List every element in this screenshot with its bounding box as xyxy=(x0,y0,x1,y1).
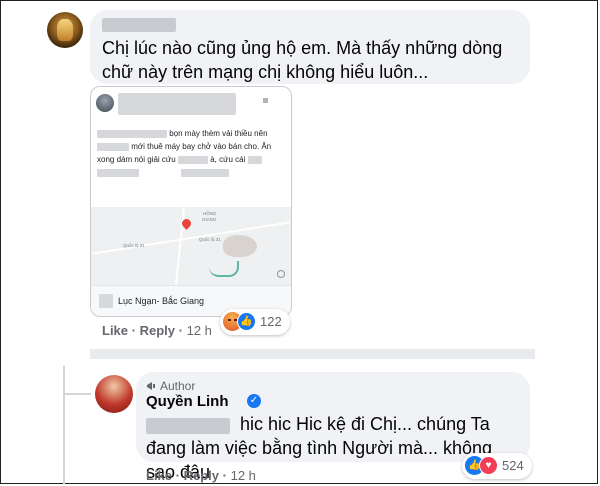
like-icon: 👍 xyxy=(237,312,256,331)
shared-post-line: à, cứu cái xyxy=(210,155,246,164)
shared-post-menu-icon[interactable] xyxy=(263,98,268,103)
redacted-text xyxy=(181,168,230,177)
commenter-name-redacted xyxy=(102,18,176,32)
redacted-text xyxy=(97,142,129,151)
location-map[interactable]: HỒNG GIANG Quốc lộ 31 Quốc lộ 31 xyxy=(91,207,291,285)
redacted-text xyxy=(97,168,139,177)
heart-icon: ♥ xyxy=(479,456,498,475)
comment-actions: Like · Reply · 12 h xyxy=(102,323,212,338)
map-label: GIANG xyxy=(202,217,217,222)
location-thumbnail xyxy=(99,294,113,308)
reaction-summary[interactable]: 👍 122 xyxy=(220,309,290,335)
map-label: Quốc lộ 31 xyxy=(199,237,221,242)
comment-text: Chị lúc nào cũng ủng hộ em. Mà thấy nhữn… xyxy=(102,38,503,82)
map-clock-icon xyxy=(277,270,285,278)
comment-timestamp[interactable]: 12 h xyxy=(187,323,212,338)
thread-connector xyxy=(63,393,91,395)
redacted-text xyxy=(97,129,167,138)
avatar-image xyxy=(57,19,73,41)
commenter-avatar[interactable] xyxy=(47,12,83,48)
action-separator: · xyxy=(131,323,136,338)
author-badge: Author xyxy=(146,379,195,393)
like-action[interactable]: Like xyxy=(146,468,172,483)
map-region xyxy=(223,235,257,257)
verified-icon: ✓ xyxy=(247,394,261,408)
author-avatar[interactable] xyxy=(95,375,133,413)
redacted-text xyxy=(247,155,262,164)
location-name: Lục Ngạn- Bắc Giang xyxy=(118,296,205,306)
map-road xyxy=(92,221,290,255)
thread-line xyxy=(63,366,65,484)
shared-post-card[interactable]: bọn mày thèm vải thiều nên mới thuê máy … xyxy=(90,86,292,317)
redacted-text xyxy=(177,155,208,164)
reaction-count: 524 xyxy=(502,458,524,473)
action-separator: · xyxy=(222,468,227,483)
shared-post-line: xong dám nói giải cứu xyxy=(97,155,176,164)
reaction-summary[interactable]: 👍 ♥ 524 xyxy=(462,453,532,479)
shared-post-text: bọn mày thèm vải thiều nên mới thuê máy … xyxy=(97,127,285,179)
shared-post-line: mới thuê máy bay chở vào bán cho. Ăn xyxy=(131,142,272,151)
action-separator: · xyxy=(175,468,180,483)
redacted-divider xyxy=(90,349,535,359)
map-river xyxy=(209,261,239,277)
shared-post-line: bọn mày thèm vải thiều nên xyxy=(169,129,268,138)
map-label: Quốc lộ 31 xyxy=(123,243,145,248)
reaction-count: 122 xyxy=(260,314,282,329)
shared-post-avatar xyxy=(96,94,114,112)
like-action[interactable]: Like xyxy=(102,323,128,338)
author-badge-label: Author xyxy=(160,379,196,393)
reply-action[interactable]: Reply xyxy=(140,323,175,338)
reply-timestamp[interactable]: 12 h xyxy=(231,468,256,483)
author-badge-icon xyxy=(147,382,155,390)
author-name[interactable]: Quyền Linh xyxy=(146,393,229,410)
reply-actions: Like · Reply · 12 h xyxy=(146,468,256,483)
action-separator: · xyxy=(178,323,183,338)
map-label: HỒNG xyxy=(203,211,217,216)
shared-post-name-redacted xyxy=(118,93,236,115)
reply-action[interactable]: Reply xyxy=(184,468,219,483)
